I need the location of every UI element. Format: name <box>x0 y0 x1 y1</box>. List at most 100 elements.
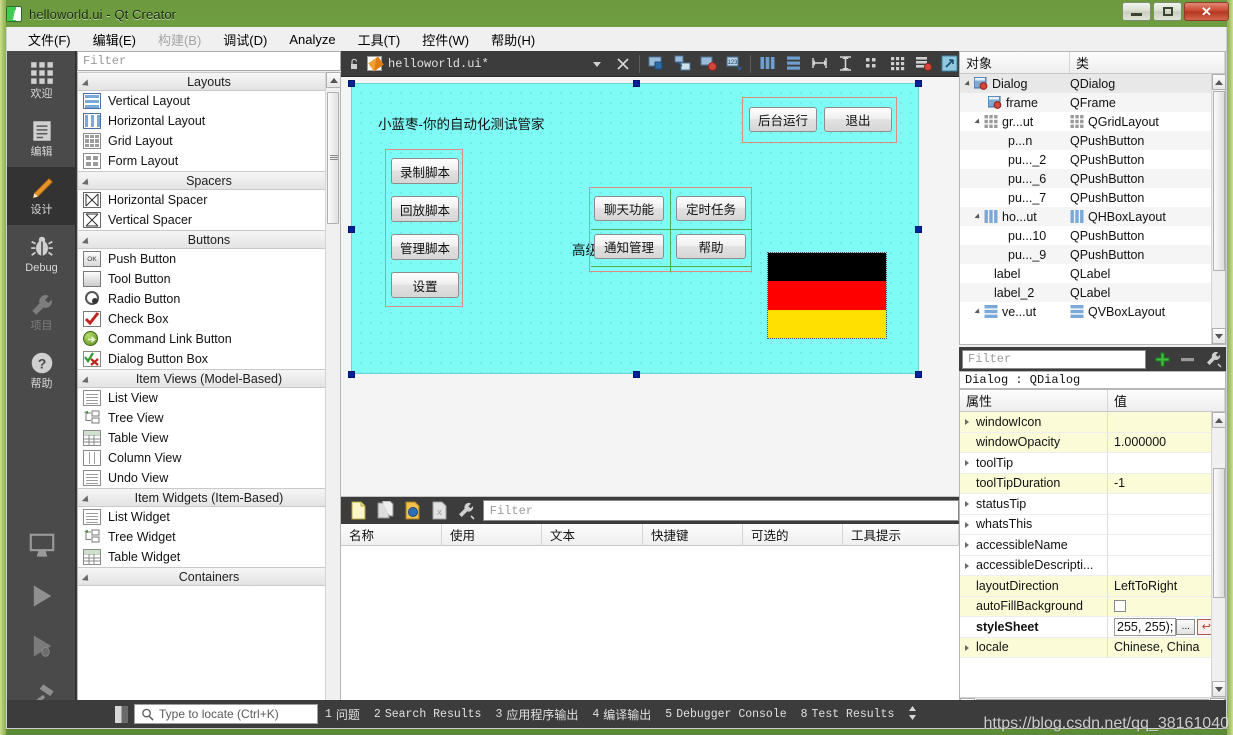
widget-item-tool-button[interactable]: Tool Button <box>78 269 340 289</box>
object-inspector[interactable]: 对象 类 Dialog QDialog frame <box>959 51 1226 345</box>
widget-item-push-button[interactable]: OK Push Button <box>78 249 340 269</box>
kit-selector-button[interactable] <box>7 521 76 571</box>
background-run-button[interactable]: 后台运行 <box>749 107 817 132</box>
exit-button[interactable]: 退出 <box>824 107 892 132</box>
widget-item-vertical-layout[interactable]: Vertical Layout <box>78 91 340 111</box>
widget-item-command-link-button[interactable]: Command Link Button <box>78 329 340 349</box>
action-editor-body[interactable] <box>341 546 959 701</box>
scroll-down-button[interactable] <box>1212 681 1226 697</box>
object-row-pushbutton-2[interactable]: pu..._2 QPushButton <box>960 150 1225 169</box>
manage-script-button[interactable]: 管理脚本 <box>391 234 459 260</box>
wrench-icon[interactable] <box>1203 349 1223 369</box>
widget-box-filter[interactable]: Filter <box>77 51 341 71</box>
hbox-layout-container[interactable]: 后台运行 退出 <box>742 97 897 143</box>
property-editor-grid[interactable]: 属性 值 windowIcon windowOpacity 1.000000 t… <box>959 389 1226 713</box>
widget-item-undo-view[interactable]: Undo View <box>78 468 340 488</box>
widget-item-grid-layout[interactable]: Grid Layout <box>78 131 340 151</box>
property-filter-input[interactable]: Filter <box>962 350 1146 369</box>
widget-item-list-view[interactable]: List View <box>78 388 340 408</box>
widget-category-item-widgets[interactable]: Item Widgets (Item-Based) <box>78 488 340 507</box>
grid-layout-container[interactable]: 聊天功能 定时任务 通知管理 帮助 <box>589 187 752 272</box>
column-header-text[interactable]: 文本 <box>542 524 643 546</box>
expand-arrow-icon[interactable] <box>974 118 981 125</box>
notification-manage-button[interactable]: 通知管理 <box>594 234 664 259</box>
scrollbar-thumb[interactable] <box>327 92 339 224</box>
widget-item-check-box[interactable]: Check Box <box>78 309 340 329</box>
statusbar-pane-compile-output[interactable]: 4 编译输出 <box>585 706 658 723</box>
widget-item-table-view[interactable]: Table View <box>78 428 340 448</box>
copy-icon[interactable] <box>376 501 396 521</box>
scroll-down-button[interactable] <box>1212 328 1226 344</box>
widget-item-radio-button[interactable]: Radio Button <box>78 289 340 309</box>
record-script-button[interactable]: 录制脚本 <box>391 158 459 184</box>
break-layout-icon[interactable] <box>913 54 933 74</box>
run-button[interactable] <box>7 571 76 621</box>
property-row-accessiblename[interactable]: accessibleName <box>960 535 1225 556</box>
layout-grid-icon[interactable] <box>887 54 907 74</box>
selection-handle-middle-right[interactable] <box>915 226 922 233</box>
widget-item-vertical-spacer[interactable]: Vertical Spacer <box>78 210 340 230</box>
object-row-pushbutton-6[interactable]: pu..._6 QPushButton <box>960 169 1225 188</box>
widget-item-table-widget[interactable]: Table Widget <box>78 547 340 567</box>
widget-category-containers[interactable]: Containers <box>78 567 340 586</box>
vbox-layout-container[interactable]: 录制脚本 回放脚本 管理脚本 设置 <box>385 149 463 307</box>
property-row-stylesheet[interactable]: styleSheet 255, 255); ... ↩ <box>960 617 1225 638</box>
tab-order-icon[interactable]: 123 <box>724 54 744 74</box>
plus-icon[interactable] <box>1152 349 1172 369</box>
selection-handle-bottom-right[interactable] <box>915 371 922 378</box>
scroll-up-button[interactable] <box>326 72 341 88</box>
property-row-tooltipduration[interactable]: toolTipDuration -1 <box>960 474 1225 495</box>
unlocked-icon[interactable] <box>347 57 361 71</box>
statusbar-pane-search-results[interactable]: 2 Search Results <box>367 708 489 721</box>
column-header-object[interactable]: 对象 <box>960 52 1070 73</box>
menu-edit[interactable]: 编辑(E) <box>82 27 147 52</box>
debug-run-button[interactable] <box>7 621 76 671</box>
scrollbar-thumb[interactable] <box>1213 468 1225 598</box>
minimize-button[interactable] <box>1122 2 1151 21</box>
close-button[interactable]: ✕ <box>1184 2 1229 21</box>
layout-form-icon[interactable] <box>861 54 881 74</box>
property-row-autofillbackground[interactable]: autoFillBackground <box>960 597 1225 618</box>
property-row-layoutdirection[interactable]: layoutDirection LeftToRight <box>960 576 1225 597</box>
menu-tools[interactable]: 工具(T) <box>347 27 412 52</box>
scroll-up-button[interactable] <box>1212 74 1226 90</box>
column-header-property[interactable]: 属性 <box>960 390 1108 411</box>
statusbar-pane-application-output[interactable]: 3 应用程序输出 <box>488 706 585 723</box>
expand-arrow-icon[interactable] <box>965 645 969 651</box>
buddies-icon[interactable] <box>698 54 718 74</box>
scrollbar-thumb[interactable] <box>1213 91 1225 271</box>
edit-widgets-icon[interactable] <box>646 54 666 74</box>
chevron-down-icon[interactable] <box>587 54 607 74</box>
menu-debug[interactable]: 调试(D) <box>212 27 278 52</box>
widget-category-layouts[interactable]: Layouts <box>78 72 340 91</box>
object-row-pushbutton-1[interactable]: p...n QPushButton <box>960 131 1225 150</box>
widget-item-dialog-button-box[interactable]: Dialog Button Box <box>78 349 340 369</box>
wrench-icon[interactable] <box>456 501 476 521</box>
object-row-hboxlayout[interactable]: ho...ut QHBoxLayout <box>960 207 1225 226</box>
widget-item-horizontal-layout[interactable]: Horizontal Layout <box>78 111 340 131</box>
property-row-tooltip[interactable]: toolTip <box>960 453 1225 474</box>
property-row-locale[interactable]: locale Chinese, China <box>960 638 1225 659</box>
form-title-label[interactable]: 小蓝枣-你的自动化测试管家 <box>378 113 545 133</box>
widget-box-list[interactable]: Layouts Vertical Layout Horizontal Layou… <box>77 72 341 729</box>
widget-item-list-widget[interactable]: List Widget <box>78 507 340 527</box>
expand-arrow-icon[interactable] <box>974 213 981 220</box>
mode-debug[interactable]: Debug <box>7 225 76 283</box>
property-row-accessibledescription[interactable]: accessibleDescripti... <box>960 556 1225 577</box>
splitter-horizontal-icon[interactable] <box>809 54 829 74</box>
column-header-checkable[interactable]: 可选的 <box>743 524 843 546</box>
new-file-icon[interactable] <box>349 501 369 521</box>
mode-welcome[interactable]: 欢迎 <box>7 51 76 109</box>
column-header-class[interactable]: 类 <box>1070 52 1225 73</box>
chat-feature-button[interactable]: 聊天功能 <box>594 196 664 221</box>
adjust-size-icon[interactable] <box>939 54 959 74</box>
minus-icon[interactable] <box>1178 349 1198 369</box>
object-row-label[interactable]: label QLabel <box>960 264 1225 283</box>
property-grid-scrollbar[interactable] <box>1211 412 1225 697</box>
selection-handle-bottom-center[interactable] <box>633 371 640 378</box>
action-editor-filter[interactable]: Filter <box>483 500 959 521</box>
property-row-windowicon[interactable]: windowIcon <box>960 412 1225 433</box>
column-header-shortcut[interactable]: 快捷键 <box>643 524 743 546</box>
expand-arrow-icon[interactable] <box>974 308 981 315</box>
expand-arrow-icon[interactable] <box>965 563 969 569</box>
